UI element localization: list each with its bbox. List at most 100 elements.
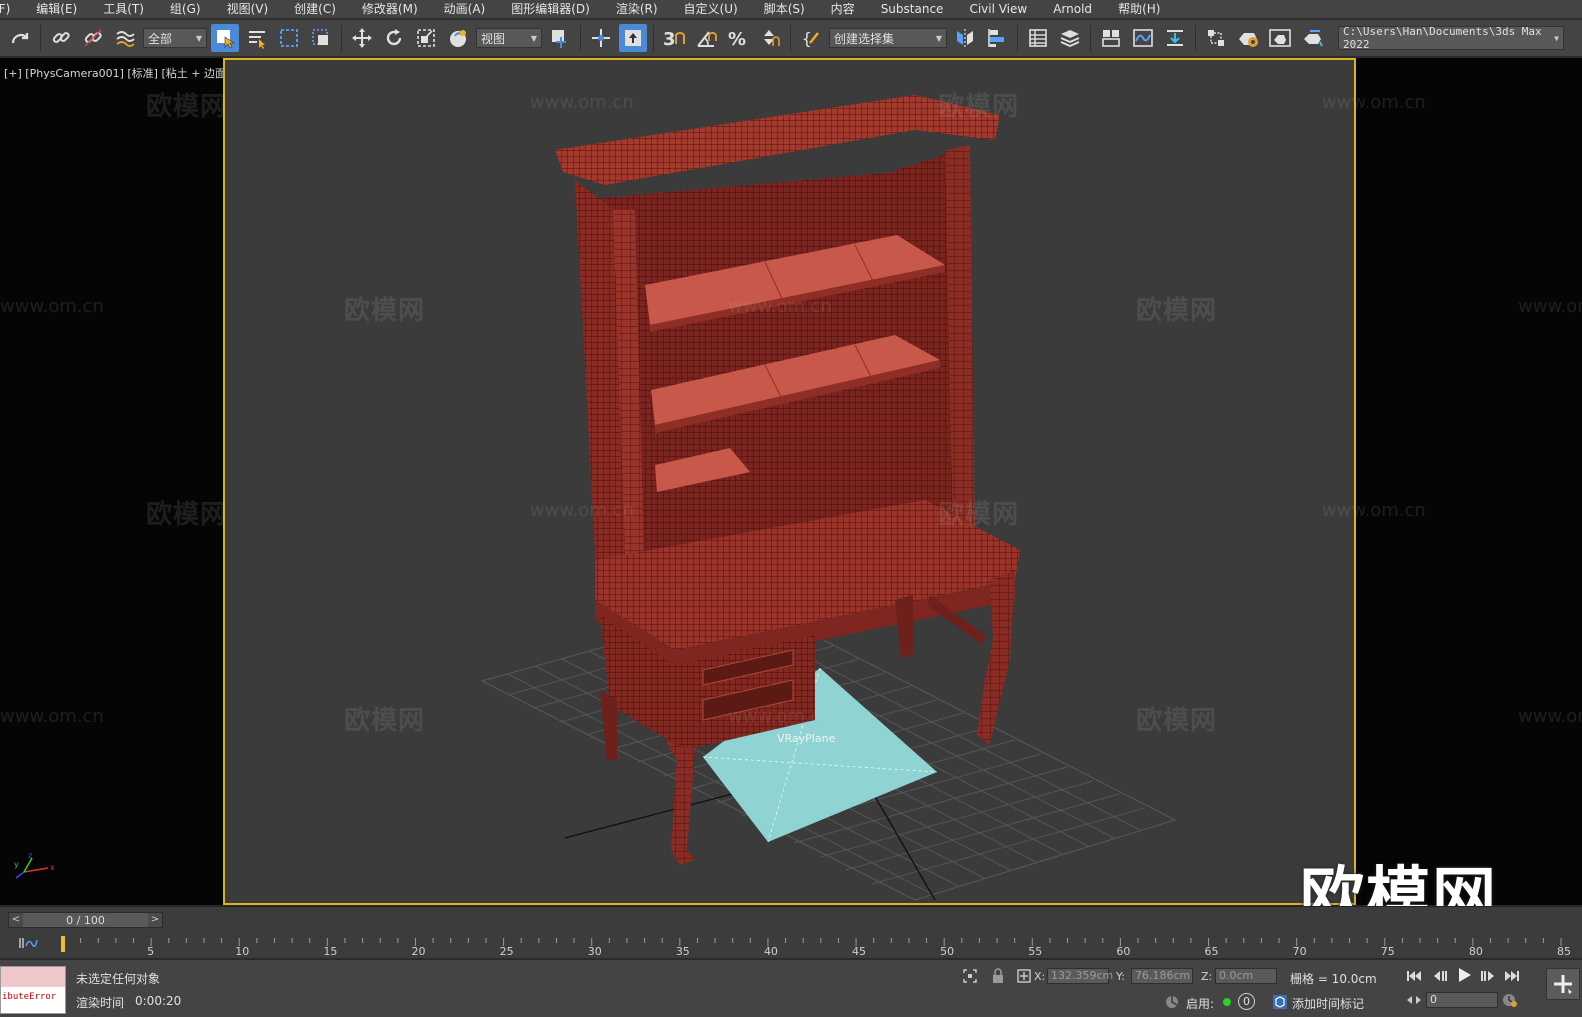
project-folder-dropdown[interactable]: C:\Users\Han\Documents\3ds Max 2022 ▼ <box>1338 25 1564 51</box>
rendered-frame-icon <box>1269 29 1291 47</box>
timeline-tick-label: 45 <box>852 945 867 958</box>
menu-substance[interactable]: Substance <box>869 0 958 19</box>
go-to-end-icon <box>1505 971 1519 981</box>
align-button[interactable] <box>983 24 1011 52</box>
select-by-name-button[interactable] <box>243 24 271 52</box>
select-and-rotate-button[interactable] <box>380 24 408 52</box>
angle-snap-icon <box>697 31 717 47</box>
adaptive-degradation-button[interactable] <box>1162 994 1182 1010</box>
time-tag-icon <box>1273 995 1287 1009</box>
select-and-link-button[interactable] <box>47 24 75 52</box>
mirror-button[interactable] <box>951 24 979 52</box>
enable-count-badge: 0 <box>1238 993 1255 1010</box>
time-configuration-button[interactable] <box>1500 992 1520 1008</box>
toggle-scene-explorer-button[interactable] <box>1024 24 1052 52</box>
select-by-name-icon <box>249 31 265 49</box>
reference-coordinate-value: 视图 <box>481 31 506 46</box>
go-to-start-button[interactable] <box>1404 968 1424 984</box>
named-selection-sets-value: 创建选择集 <box>834 31 895 46</box>
space-warp-icon <box>116 31 135 47</box>
previous-key-button[interactable] <box>1430 968 1450 984</box>
snaps-toggle-button[interactable]: 3 <box>660 24 688 52</box>
unlink-button[interactable] <box>79 24 107 52</box>
selection-lock-button[interactable] <box>988 968 1008 984</box>
y-coord-label: Y: <box>1116 970 1125 983</box>
play-icon <box>1459 968 1471 982</box>
z-coord-label: Z: <box>1201 970 1213 983</box>
menu-modifiers[interactable]: 修改器(M) <box>350 0 432 19</box>
bind-space-warp-button[interactable] <box>111 24 139 52</box>
selection-filter-dropdown[interactable]: 全部 ▼ <box>143 28 207 48</box>
time-tag-button[interactable] <box>1270 994 1290 1010</box>
maxscript-input[interactable] <box>1 967 65 987</box>
menu-rendering[interactable]: 渲染(R) <box>604 0 672 19</box>
menu-edit[interactable]: 编辑(E) <box>24 0 91 19</box>
menu-views[interactable]: 视图(V) <box>215 0 283 19</box>
select-and-place-button[interactable] <box>444 24 472 52</box>
maxscript-listener[interactable]: ibuteError <box>0 966 66 1014</box>
lock-icon <box>993 968 1003 983</box>
menu-help[interactable]: 帮助(H) <box>1106 0 1174 19</box>
toggle-layer-explorer-button[interactable] <box>1056 24 1084 52</box>
material-editor-button[interactable] <box>1202 24 1230 52</box>
x-coord-field[interactable]: 132.359cm <box>1047 968 1113 984</box>
render-time-label: 渲染时间 <box>76 996 125 1010</box>
select-and-scale-button[interactable] <box>412 24 440 52</box>
menu-civil-view[interactable]: Civil View <box>957 0 1041 19</box>
use-pivot-center-button[interactable] <box>546 24 574 52</box>
reference-coordinate-dropdown[interactable]: 视图 ▼ <box>476 28 542 48</box>
keyboard-shortcut-override-button[interactable] <box>619 24 647 52</box>
toggle-ribbon-button[interactable] <box>1097 24 1125 52</box>
camera-viewport[interactable]: VRayPlane <box>223 58 1356 905</box>
next-key-button[interactable] <box>1478 968 1498 984</box>
curve-editor-button[interactable] <box>1129 24 1157 52</box>
svg-text:{: { <box>802 29 812 48</box>
add-time-tag-label[interactable]: 添加时间标记 <box>1292 995 1364 1012</box>
timeline-track[interactable] <box>60 934 1578 956</box>
menu-file[interactable]: (F) <box>0 0 24 19</box>
isolate-selection-button[interactable] <box>960 968 980 984</box>
schematic-view-button[interactable] <box>1161 24 1189 52</box>
menu-animation[interactable]: 动画(A) <box>432 0 500 19</box>
menu-tools[interactable]: 工具(T) <box>91 0 158 19</box>
time-config-arrows[interactable] <box>1404 992 1424 1008</box>
time-slider[interactable]: < 0 / 100 > <box>8 912 163 928</box>
percent-snap-button[interactable]: % <box>724 24 752 52</box>
menu-create[interactable]: 创建(C) <box>282 0 350 19</box>
mini-curve-editor-icon[interactable] <box>18 936 38 950</box>
edit-named-selection-button[interactable]: { <box>797 24 825 52</box>
render-production-button[interactable] <box>1298 24 1326 52</box>
selection-status: 未选定任何对象 <box>76 972 161 986</box>
toolbar-divider <box>40 25 41 51</box>
rendered-frame-window-button[interactable] <box>1266 24 1294 52</box>
menu-group[interactable]: 组(G) <box>158 0 215 19</box>
spinner-snap-button[interactable] <box>756 24 784 52</box>
redo-button[interactable] <box>6 24 34 52</box>
viewport-label-menu[interactable]: [+] [PhysCamera001] [标准] [粘土 + 边面] <box>4 65 230 81</box>
x-coord-label: X: <box>1034 970 1046 983</box>
next-frame-icon[interactable]: > <box>148 913 162 927</box>
window-crossing-icon <box>312 29 328 45</box>
named-selection-sets-dropdown[interactable]: 创建选择集 ▼ <box>829 28 947 48</box>
play-button[interactable] <box>1454 967 1474 983</box>
go-to-end-button[interactable] <box>1502 968 1522 984</box>
menu-arnold[interactable]: Arnold <box>1041 0 1106 19</box>
rectangular-selection-button[interactable] <box>275 24 303 52</box>
window-crossing-button[interactable] <box>307 24 335 52</box>
menu-scripting[interactable]: 脚本(S) <box>752 0 819 19</box>
menu-content[interactable]: 内容 <box>819 0 869 19</box>
absolute-mode-button[interactable] <box>1014 968 1034 984</box>
menu-customize[interactable]: 自定义(U) <box>672 0 752 19</box>
select-and-move-button[interactable] <box>348 24 376 52</box>
menu-graph-editors[interactable]: 图形编辑器(D) <box>499 0 604 19</box>
current-frame-input[interactable]: 0 <box>1426 992 1498 1008</box>
degradation-icon <box>1166 996 1178 1008</box>
select-and-manipulate-button[interactable] <box>587 24 615 52</box>
y-coord-field[interactable]: 76.186cm <box>1131 968 1193 984</box>
select-object-button[interactable] <box>211 24 239 52</box>
angle-snap-button[interactable] <box>692 24 720 52</box>
render-setup-button[interactable] <box>1234 24 1262 52</box>
set-key-button[interactable] <box>1546 968 1580 1000</box>
previous-frame-icon[interactable]: < <box>9 913 23 927</box>
z-coord-field[interactable]: 0.0cm <box>1215 968 1277 984</box>
